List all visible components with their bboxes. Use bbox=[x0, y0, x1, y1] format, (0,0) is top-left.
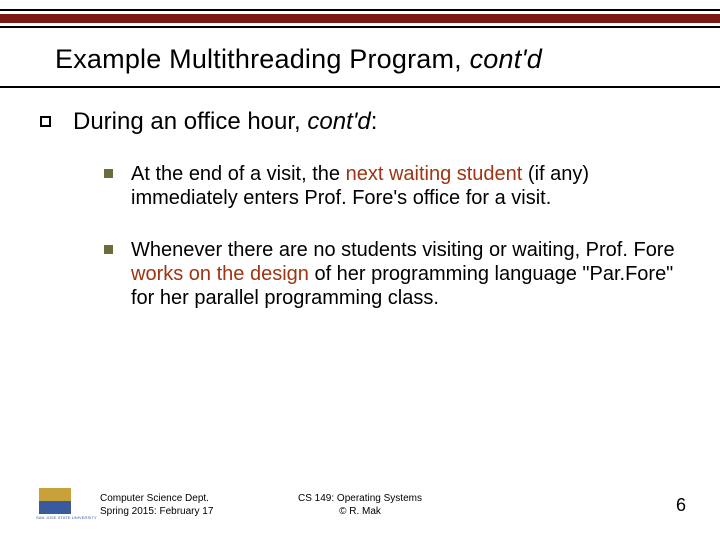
title-main: Example Multithreading Program, bbox=[55, 44, 470, 74]
square-filled-bullet-icon bbox=[104, 245, 113, 254]
title-underline bbox=[0, 86, 720, 88]
item1-highlight: next waiting student bbox=[346, 163, 523, 185]
footer-center-block: CS 149: Operating Systems © R. Mak bbox=[0, 493, 720, 518]
square-outline-bullet-icon bbox=[40, 116, 51, 127]
square-filled-bullet-icon bbox=[104, 169, 113, 178]
bullet-lvl2-item: At the end of a visit, the next waiting … bbox=[104, 162, 680, 210]
lvl1-pretext: During an office hour bbox=[73, 108, 294, 135]
slide: Example Multithreading Program, cont'd D… bbox=[0, 0, 720, 540]
footer-course: CS 149: Operating Systems bbox=[0, 493, 720, 506]
slide-title: Example Multithreading Program, cont'd bbox=[55, 44, 665, 75]
rule-thick bbox=[0, 14, 720, 23]
lvl1-text: During an office hour, cont'd: bbox=[73, 108, 377, 136]
lvl1-contd: cont'd bbox=[307, 108, 370, 135]
lvl1-tail: : bbox=[371, 108, 378, 135]
top-rule bbox=[0, 9, 720, 28]
bullet-lvl1: During an office hour, cont'd: bbox=[40, 108, 680, 136]
page-number: 6 bbox=[676, 495, 686, 516]
item2-highlight: works on the design bbox=[131, 263, 309, 285]
rule-thin-bottom bbox=[0, 26, 720, 28]
title-contd: cont'd bbox=[470, 44, 542, 74]
footer-copyright: © R. Mak bbox=[0, 506, 720, 519]
bullet-lvl2-item: Whenever there are no students visiting … bbox=[104, 238, 680, 310]
item2-pre: Whenever there are no students visiting … bbox=[131, 239, 675, 261]
lvl2-text: At the end of a visit, the next waiting … bbox=[131, 162, 680, 210]
item1-pre: At the end of a visit, the bbox=[131, 163, 346, 185]
bullet-lvl2-group: At the end of a visit, the next waiting … bbox=[104, 162, 680, 310]
rule-thin-top bbox=[0, 9, 720, 11]
slide-body: During an office hour, cont'd: At the en… bbox=[40, 108, 680, 338]
lvl2-text: Whenever there are no students visiting … bbox=[131, 238, 680, 310]
lvl1-comma: , bbox=[294, 108, 307, 135]
